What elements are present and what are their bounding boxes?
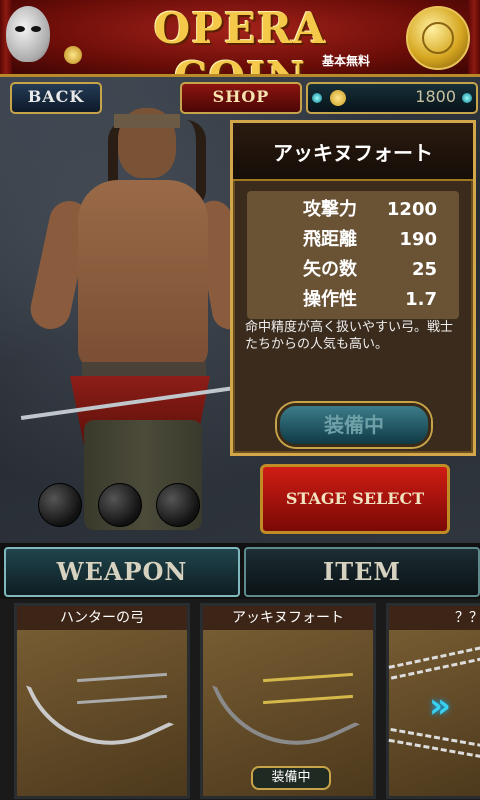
stat-row: 飛距離 190 <box>247 225 459 255</box>
coin-balance: 1800 <box>306 82 478 114</box>
character-figure <box>20 100 252 530</box>
weapon-card-title: ハンターの弓 <box>17 606 187 630</box>
stage-select-button[interactable]: STAGE SELECT <box>260 464 450 534</box>
weapon-card[interactable]: ハンターの弓 <box>14 603 190 799</box>
mask-icon <box>6 6 50 62</box>
stat-row: 攻撃力 1200 <box>247 195 459 225</box>
empty-slot-orb[interactable] <box>38 483 82 527</box>
category-tabs: WEAPON ITEM <box>0 543 480 599</box>
stat-value: 1.7 <box>405 289 437 310</box>
stat-label: 飛距離 <box>303 229 357 250</box>
tab-weapon[interactable]: WEAPON <box>4 547 240 597</box>
character-headband <box>114 114 180 128</box>
weapon-card-title: ？？ <box>389 606 480 630</box>
small-coin-icon <box>64 46 82 64</box>
next-arrow-icon[interactable]: » <box>429 686 451 726</box>
coin-count: 1800 <box>415 87 456 106</box>
weapon-info-panel: アッキヌフォート 攻撃力 1200 飛距離 190 矢の数 25 操作性 1.7… <box>230 120 476 456</box>
bow-icon <box>25 635 175 775</box>
gold-coin-icon <box>406 6 470 70</box>
weapon-card[interactable]: アッキヌフォート 装備中 <box>200 603 376 799</box>
weapon-list: ハンターの弓 アッキヌフォート 装備中 ？？ » <box>0 599 480 800</box>
stat-value: 190 <box>399 229 437 250</box>
weapon-stats: 攻撃力 1200 飛距離 190 矢の数 25 操作性 1.7 <box>247 191 459 319</box>
chain-icon <box>388 646 480 680</box>
stat-label: 攻撃力 <box>303 199 357 220</box>
bow-icon <box>211 635 361 775</box>
stat-row: 操作性 1.7 <box>247 285 459 315</box>
tab-item[interactable]: ITEM <box>244 547 480 597</box>
character-torso <box>78 180 208 370</box>
opera-coin-banner[interactable]: OPERA COIN 基本無料 <box>0 0 480 77</box>
stat-label: 操作性 <box>303 289 357 310</box>
equipped-tag: 装備中 <box>251 766 331 790</box>
stat-row: 矢の数 25 <box>247 255 459 285</box>
weapon-card-title: アッキヌフォート <box>203 606 373 630</box>
stat-label: 矢の数 <box>303 259 357 280</box>
coin-icon <box>330 90 346 106</box>
empty-slot-orb[interactable] <box>98 483 142 527</box>
weapon-description: 命中精度が高く扱いやすい弓。戦士たちからの人気も高い。 <box>245 320 454 352</box>
banner-subtitle: 基本無料 <box>322 54 371 68</box>
equipped-button[interactable]: 装備中 <box>277 403 431 447</box>
weapon-name: アッキヌフォート <box>273 141 433 165</box>
empty-slot-orb[interactable] <box>156 483 200 527</box>
weapon-card-locked[interactable]: ？？ » <box>386 603 480 799</box>
character-belt <box>82 362 206 376</box>
chain-icon <box>388 727 480 759</box>
weapon-name-box: アッキヌフォート <box>233 123 473 181</box>
gem-icon <box>312 93 322 103</box>
stat-value: 25 <box>411 259 437 280</box>
stat-value: 1200 <box>386 199 437 220</box>
gem-icon <box>462 93 472 103</box>
